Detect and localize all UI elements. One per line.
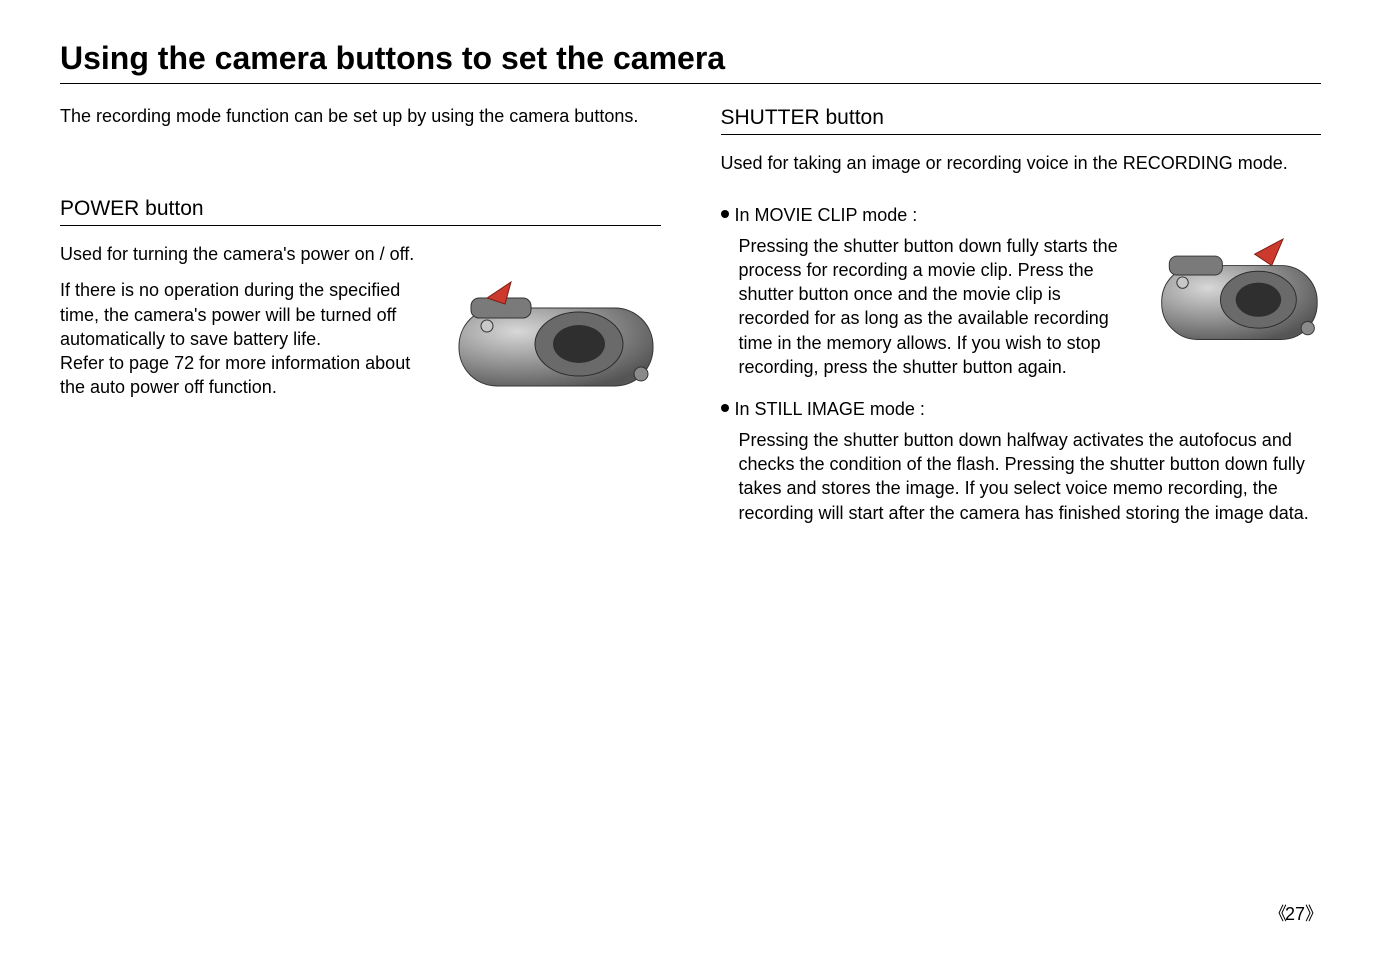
bullet-movie-clip-label: In MOVIE CLIP mode : bbox=[735, 203, 918, 227]
title-underline bbox=[60, 83, 1321, 84]
shutter-heading-underline bbox=[721, 134, 1322, 135]
bullet-still-image: In STILL IMAGE mode : bbox=[721, 397, 1322, 421]
power-p1: Used for turning the camera's power on /… bbox=[60, 242, 661, 266]
power-p3: Refer to page 72 for more information ab… bbox=[60, 351, 431, 400]
intro-left: The recording mode function can be set u… bbox=[60, 106, 661, 127]
bullet-movie-clip: In MOVIE CLIP mode : bbox=[721, 203, 1322, 227]
shutter-heading: SHUTTER button bbox=[721, 106, 1322, 130]
left-column: The recording mode function can be set u… bbox=[60, 106, 661, 525]
power-heading-underline bbox=[60, 225, 661, 226]
page-number-value: 27 bbox=[1285, 904, 1305, 924]
camera-power-image bbox=[451, 278, 661, 398]
bullet-still-image-body: Pressing the shutter button down halfway… bbox=[739, 428, 1322, 525]
camera-top-power-icon bbox=[451, 278, 661, 398]
bullet-movie-clip-body: Pressing the shutter button down fully s… bbox=[739, 234, 1137, 380]
camera-shutter-image bbox=[1156, 234, 1321, 354]
power-p2: If there is no operation during the spec… bbox=[60, 278, 431, 351]
bullet-dot-icon bbox=[721, 210, 729, 218]
page-number-bracket-right: 》 bbox=[1305, 904, 1321, 924]
right-column: SHUTTER button Used for taking an image … bbox=[721, 106, 1322, 525]
page-title: Using the camera buttons to set the came… bbox=[60, 40, 1321, 77]
camera-top-shutter-icon bbox=[1156, 234, 1321, 354]
bullet-dot-icon bbox=[721, 404, 729, 412]
power-heading: POWER button bbox=[60, 197, 661, 221]
shutter-intro: Used for taking an image or recording vo… bbox=[721, 151, 1322, 175]
page-number-bracket-left: 《 bbox=[1269, 904, 1285, 924]
bullet-still-image-label: In STILL IMAGE mode : bbox=[735, 397, 925, 421]
page-number: 《27》 bbox=[1269, 900, 1321, 926]
